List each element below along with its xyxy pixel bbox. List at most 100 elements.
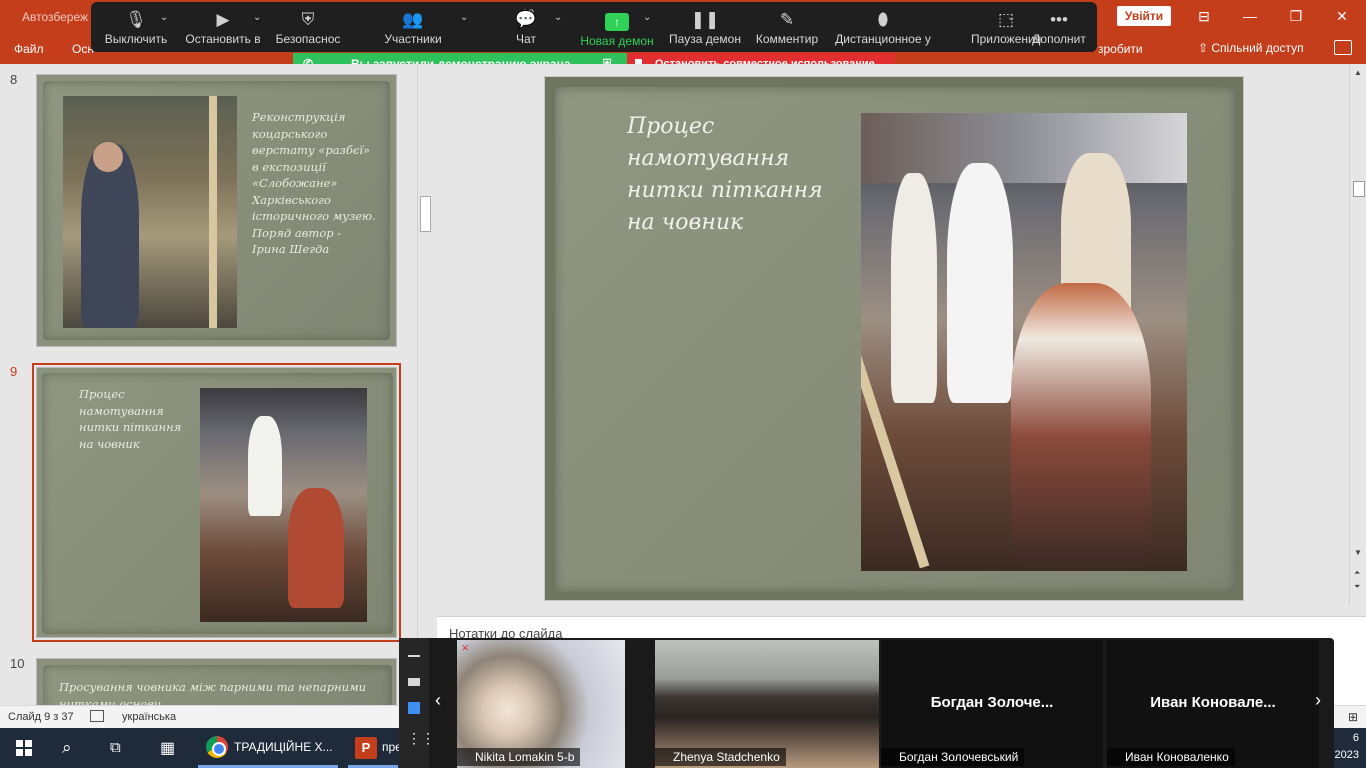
current-slide[interactable]: Процес намотування нитки піткання на чов…	[544, 76, 1244, 601]
more-dots-icon: •••	[1050, 10, 1068, 29]
chevron-down-icon[interactable]: ⌄	[554, 12, 562, 23]
comments-icon[interactable]	[1334, 40, 1352, 55]
close-icon[interactable]: ✕	[1330, 6, 1354, 26]
chrome-icon[interactable]	[206, 736, 228, 758]
more-button[interactable]: ••• Дополнит	[1029, 6, 1089, 50]
chevron-right-icon[interactable]: ›	[1315, 690, 1321, 711]
annotate-button[interactable]: ✎ Комментир	[753, 6, 821, 50]
participant-display-name: Иван Коновале...	[1150, 694, 1276, 711]
fit-slide-icon[interactable]: ⊞	[1348, 710, 1358, 724]
slide-scrollbar[interactable]: ▲ ▼ ⏶ ⏷	[1349, 64, 1366, 605]
slide-9-caption: Процес намотування нитки піткання на чов…	[79, 387, 182, 451]
share-label: Спільний доступ	[1211, 41, 1304, 55]
face-figure	[93, 142, 123, 172]
autosave-label[interactable]: Автозбереж	[22, 10, 88, 24]
share-button[interactable]: ⇧ Спільний доступ	[1198, 41, 1304, 55]
video-tile[interactable]: Иван Коновале... Иван Коноваленко	[1107, 640, 1319, 768]
video-tile[interactable]: Богдан Золоче... Богдан Золочевський	[881, 640, 1103, 768]
chevron-down-icon[interactable]: ⌄	[643, 12, 651, 23]
chevron-down-icon[interactable]: ⌄	[253, 12, 261, 23]
calculator-icon[interactable]: ▦	[160, 738, 180, 758]
slide-10-caption: Просування човника між парними та непарн…	[59, 680, 367, 705]
chat-bubble-icon: 💬	[515, 10, 537, 29]
participant-name: Иван Коноваленко	[1107, 748, 1235, 766]
remote-control-label: Дистанционное у	[835, 32, 931, 46]
next-slide-icon[interactable]: ⏷	[1354, 582, 1360, 592]
speaker-view-icon[interactable]	[408, 678, 420, 686]
scroll-up-icon[interactable]: ▲	[1354, 68, 1362, 77]
search-icon[interactable]: ⌕	[62, 738, 82, 758]
share-screen-icon: ↑	[605, 13, 629, 31]
scrollbar-thumb[interactable]	[420, 196, 431, 232]
slide-thumbnail-9[interactable]: Процес намотування нитки піткання на чов…	[32, 363, 401, 642]
video-view-tools: ⋮⋮	[399, 638, 435, 768]
stop-video-button[interactable]: ▶ Остановить в	[185, 6, 261, 50]
annotate-label: Комментир	[755, 32, 819, 46]
weaver-photo	[63, 96, 237, 328]
pause-share-button[interactable]: ❚❚ Пауза демон	[667, 6, 743, 50]
scrollbar-thumb[interactable]	[1353, 181, 1365, 197]
sign-in-button[interactable]: Увійти	[1117, 6, 1171, 26]
shield-icon: ⛨	[301, 10, 315, 29]
loom-photo	[200, 388, 367, 622]
participants-button[interactable]: 👥 Участники	[378, 6, 448, 50]
strip-view-icon[interactable]	[408, 702, 420, 714]
participant-display-name: Богдан Золоче...	[930, 694, 1054, 711]
new-share-label: Новая демон	[580, 34, 654, 48]
spellcheck-icon[interactable]	[90, 710, 104, 722]
woman-figure	[891, 173, 937, 403]
security-label: Безопаснос	[275, 32, 341, 46]
zoom-video-strip: ⋮⋮ ‹ ⨯ Nikita Lomakin 5-b Zhenya Stadche…	[399, 638, 1334, 768]
gallery-view-icon[interactable]: ⋮⋮	[407, 730, 435, 747]
slide-8-caption: Реконструкція коцарського верстату «разб…	[252, 110, 376, 256]
language-indicator[interactable]: українська	[122, 711, 176, 723]
previous-slide-icon[interactable]: ⏶	[1354, 568, 1360, 578]
loom-post	[209, 96, 217, 328]
video-tile[interactable]: ⨯ Nikita Lomakin 5-b	[457, 640, 625, 768]
powerpoint-icon[interactable]: P	[355, 737, 377, 759]
scroll-down-icon[interactable]: ▼	[1354, 548, 1362, 557]
slide-number: 8	[10, 72, 18, 87]
mute-label: Выключить	[104, 32, 168, 46]
minimize-strip-icon[interactable]	[408, 655, 420, 657]
chevron-down-icon[interactable]: ⌄	[160, 12, 168, 23]
zoom-meeting-toolbar: 🎙 Выключить ⌄ ▶ Остановить в ⌄ ⛨ Безопас…	[91, 2, 1097, 52]
more-label: Дополнит	[1032, 32, 1086, 46]
chevron-down-icon[interactable]: ⌄	[460, 12, 468, 23]
slide-number: 9	[10, 364, 18, 379]
slide-title[interactable]: Процес намотування нитки піткання на чов…	[627, 111, 847, 239]
chevron-down-icon[interactable]: ⌄	[1007, 12, 1015, 23]
thumbnail-scrollbar[interactable]	[417, 64, 431, 705]
windows-start-icon[interactable]	[16, 740, 32, 756]
task-view-icon[interactable]: ⧉	[110, 739, 130, 759]
video-camera-icon: ▶	[216, 10, 230, 29]
participant-name: Zhenya Stadchenko	[655, 748, 786, 766]
man-figure	[947, 163, 1013, 403]
pencil-icon: ✎	[779, 10, 795, 29]
weaver-figure	[288, 488, 344, 608]
video-tile[interactable]: Zhenya Stadchenko	[655, 640, 879, 768]
participant-name: Богдан Золочевський	[881, 748, 1025, 766]
loom-weaver-photo[interactable]	[861, 113, 1187, 571]
slide-thumbnail-pane: 8 Реконструкція коцарського верстату «ра…	[0, 64, 437, 705]
participants-label: Участники	[384, 32, 442, 46]
slide-thumbnail-8[interactable]: Реконструкція коцарського верстату «разб…	[36, 74, 397, 347]
stop-video-label: Остановить в	[185, 32, 261, 46]
participant-name: Nikita Lomakin 5-b	[457, 748, 581, 766]
ribbon-display-icon[interactable]: ⊟	[1192, 6, 1216, 26]
security-button[interactable]: ⛨ Безопаснос	[274, 6, 342, 50]
weaver-figure	[1011, 283, 1151, 563]
maximize-icon[interactable]: ❐	[1284, 6, 1308, 26]
chat-button[interactable]: 💬 Чат	[501, 6, 551, 50]
mouse-icon: ⬮	[877, 10, 889, 29]
chrome-window-label[interactable]: ТРАДИЦІЙНЕ Х...	[234, 740, 333, 768]
participants-icon: 👥	[402, 10, 424, 29]
chevron-left-icon[interactable]: ‹	[435, 690, 441, 711]
tell-me-search[interactable]: зробити	[1098, 42, 1143, 56]
tab-file[interactable]: Файл	[14, 42, 44, 56]
slide-thumbnail-10[interactable]: Просування човника між парними та непарн…	[36, 658, 397, 705]
pause-share-label: Пауза демон	[669, 32, 741, 46]
mic-muted-icon: ⨯	[461, 643, 470, 654]
minimize-icon[interactable]: —	[1238, 6, 1262, 26]
remote-control-button[interactable]: ⬮ Дистанционное у	[833, 6, 933, 50]
